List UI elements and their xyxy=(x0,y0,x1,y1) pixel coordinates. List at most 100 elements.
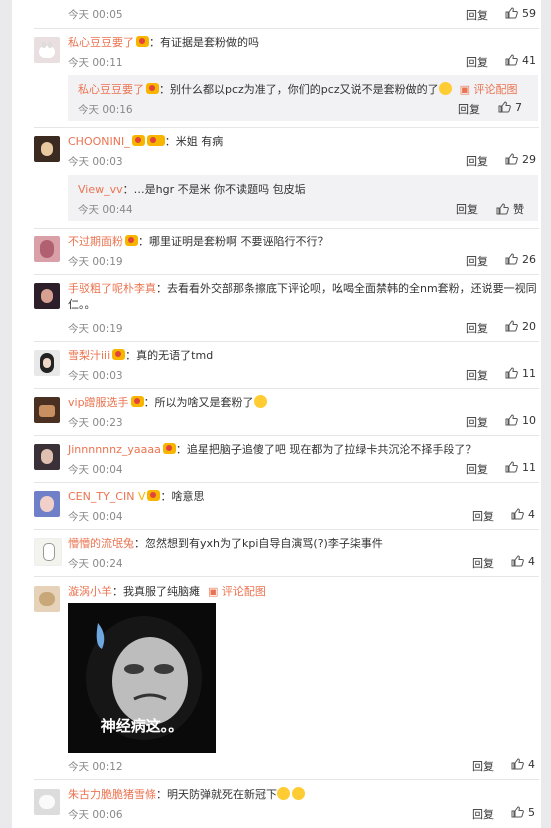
comment-text: ：明天防弹就死在新冠下 xyxy=(156,788,277,801)
reply-button[interactable]: 回复 xyxy=(466,414,488,430)
like-button[interactable]: 20 xyxy=(505,320,536,333)
reply-button[interactable]: 回复 xyxy=(456,201,478,217)
thumb-up-icon xyxy=(505,414,518,426)
reply-button[interactable]: 回复 xyxy=(466,253,488,269)
username-link[interactable]: CEN_TY_CIN xyxy=(68,490,134,503)
username-link[interactable]: 私心豆豆要了 xyxy=(78,83,144,96)
reply-button[interactable]: 回复 xyxy=(466,7,488,23)
comment-text: ：忽然想到有yxh为了kpi自导自演骂(?)李子柒事件 xyxy=(134,537,383,550)
comment-pic-link[interactable]: ▣ 评论配图 xyxy=(460,83,518,96)
comment-time: 今天 00:24 xyxy=(68,558,123,570)
comment-text: ：有证据是套粉做的吗 xyxy=(149,36,259,49)
like-button[interactable]: 59 xyxy=(505,7,536,20)
avatar[interactable] xyxy=(34,236,60,262)
emoji-icon xyxy=(438,82,452,95)
reply-button[interactable]: 回复 xyxy=(472,758,494,774)
comment-text: ：啥意思 xyxy=(160,490,205,503)
avatar[interactable] xyxy=(34,136,60,162)
comment-body: 懵懵的流氓兔：忽然想到有yxh为了kpi自导自演骂(?)李子柒事件 xyxy=(68,536,538,552)
comment-time: 今天 00:04 xyxy=(68,511,123,523)
vip-badge-icon xyxy=(162,443,176,454)
comment-image[interactable]: 神经病这。。 xyxy=(68,603,216,753)
username-link[interactable]: 不过期面粉 xyxy=(68,235,123,248)
username-link[interactable]: 雪梨汁iii xyxy=(68,349,110,362)
vip-badge-icon xyxy=(136,36,149,47)
comment-text-continued: 仁。。 xyxy=(68,298,96,311)
username-link[interactable]: 漩涡小羊 xyxy=(68,585,112,598)
like-button[interactable]: 7 xyxy=(498,101,522,114)
username-link[interactable]: View_vv xyxy=(78,183,123,196)
divider xyxy=(34,274,539,275)
like-button[interactable]: 10 xyxy=(505,414,536,427)
username-link[interactable]: 手驳粗了呢朴李真 xyxy=(68,282,156,295)
comment-time: 今天 00:19 xyxy=(68,323,123,335)
comment-pic-label: 评论配图 xyxy=(221,585,266,598)
divider xyxy=(34,576,539,577)
comment-text: ：米姐 有病 xyxy=(164,135,224,148)
divider xyxy=(34,529,539,530)
reply-button[interactable]: 回复 xyxy=(466,153,488,169)
username-link[interactable]: 私心豆豆要了 xyxy=(68,36,134,49)
avatar[interactable] xyxy=(34,491,60,517)
comment-time: 今天 00:03 xyxy=(68,370,123,382)
divider xyxy=(34,127,539,128)
username-link[interactable]: vip蹭服选手 xyxy=(68,396,129,409)
username-link[interactable]: 懵懵的流氓兔 xyxy=(68,537,134,550)
like-count: 59 xyxy=(522,7,536,20)
avatar[interactable] xyxy=(34,586,60,612)
like-count: 41 xyxy=(522,54,536,67)
thumb-up-icon xyxy=(505,54,518,66)
comment-body: 手驳粗了呢朴李真：去看看外交部那条擦底下评论呗，吆喝全面禁韩的全nm套粉，还说要… xyxy=(68,281,538,313)
username-link[interactable]: 朱古力脆脆猪雪條 xyxy=(68,788,156,801)
like-count: 10 xyxy=(522,414,536,427)
like-button[interactable]: 11 xyxy=(505,461,536,474)
comment-time: 今天 00:06 xyxy=(68,809,123,821)
like-button[interactable]: 26 xyxy=(505,253,536,266)
like-button[interactable]: 5 xyxy=(511,806,535,819)
like-button[interactable]: 4 xyxy=(511,555,535,568)
like-count: 29 xyxy=(522,153,536,166)
comment-body: 朱古力脆脆猪雪條：明天防弹就死在新冠下 xyxy=(68,787,538,803)
like-button[interactable]: 29 xyxy=(505,153,536,166)
like-button[interactable]: 11 xyxy=(505,367,536,380)
reply-button[interactable]: 回复 xyxy=(466,320,488,336)
comment-body: CEN_TY_CIN V ：啥意思 xyxy=(68,489,538,505)
comment-text: ：我真服了纯脑瘫 xyxy=(112,585,200,598)
comment-body: 不过期面粉 ：哪里证明是套粉啊 不要诬陷行不行？ xyxy=(68,234,538,250)
comment-pic-link[interactable]: ▣ 评论配图 xyxy=(208,585,266,598)
reply-button[interactable]: 回复 xyxy=(466,461,488,477)
avatar[interactable] xyxy=(34,444,60,470)
avatar[interactable] xyxy=(34,37,60,63)
like-button[interactable]: 4 xyxy=(511,758,535,771)
comment-pic-label: 评论配图 xyxy=(473,83,518,96)
reply-button[interactable]: 回复 xyxy=(466,367,488,383)
username-link[interactable]: CHOONINI_ xyxy=(68,135,130,148)
comment-panel: 今天 00:05 回复 59 私心豆豆要了 ：有证据是套粉做的吗 今天 00:11… xyxy=(0,0,551,828)
reply-button[interactable]: 回复 xyxy=(466,54,488,70)
username-link[interactable]: Jinnnnnnz_yaaaa xyxy=(68,443,161,456)
picture-icon: ▣ xyxy=(208,585,219,598)
reply-button[interactable]: 回复 xyxy=(472,806,494,822)
like-button[interactable]: 赞 xyxy=(496,201,524,217)
avatar[interactable] xyxy=(34,283,60,309)
avatar[interactable] xyxy=(34,789,60,815)
like-count: 11 xyxy=(522,367,536,380)
avatar[interactable] xyxy=(34,350,60,376)
comment-text: ：所以为啥又是套粉了 xyxy=(143,396,254,409)
reply-button[interactable]: 回复 xyxy=(458,101,480,117)
reply-button[interactable]: 回复 xyxy=(472,508,494,524)
comment-time: 今天 00:03 xyxy=(68,156,123,168)
like-count: 11 xyxy=(522,461,536,474)
like-count: 5 xyxy=(528,806,535,819)
avatar[interactable] xyxy=(34,397,60,423)
comment-time: 今天 00:12 xyxy=(68,761,123,773)
like-label: 赞 xyxy=(513,203,524,216)
like-button[interactable]: 41 xyxy=(505,54,536,67)
thumb-up-icon xyxy=(511,806,524,818)
comment-time: 今天 00:44 xyxy=(78,204,133,216)
reply-button[interactable]: 回复 xyxy=(472,555,494,571)
like-button[interactable]: 4 xyxy=(511,508,535,521)
avatar[interactable] xyxy=(34,538,62,566)
comment-time: 今天 00:11 xyxy=(68,57,123,69)
comment-body: CHOONINI_ ：米姐 有病 xyxy=(68,134,538,150)
